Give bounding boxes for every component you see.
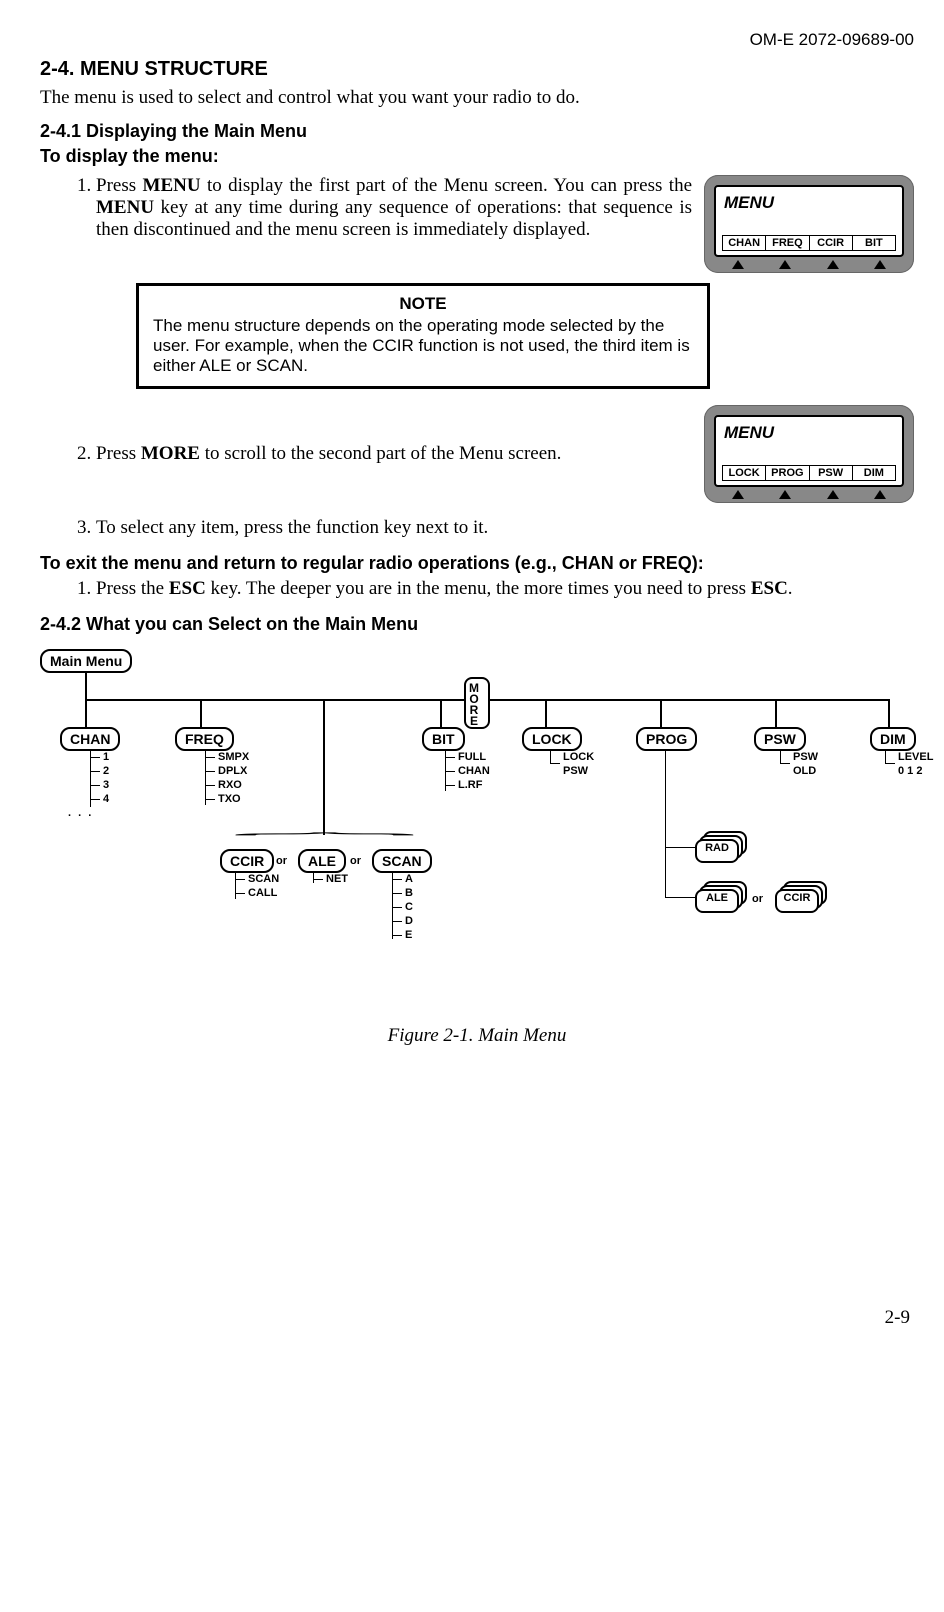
psw-item-psw: PSW	[793, 751, 818, 763]
scan-item-b: B	[405, 887, 413, 899]
or-label-1: or	[276, 855, 287, 867]
chan-item-1: 1	[103, 751, 109, 763]
ccir-item-call: CALL	[248, 887, 277, 899]
ale-item-net: NET	[326, 873, 348, 885]
node-prog-ale: ALE	[695, 892, 739, 904]
heading-241: 2-4.1 Displaying the Main Menu	[40, 121, 914, 142]
scan-item-d: D	[405, 915, 413, 927]
lcd-screen-2: MENU LOCK PROG PSW DIM	[704, 405, 914, 503]
or-label-3: or	[752, 893, 763, 905]
chan-item-dots: . . .	[68, 807, 93, 819]
triangle-up-icon	[732, 260, 744, 269]
node-bit: BIT	[422, 727, 465, 751]
bit-item-full: FULL	[458, 751, 486, 763]
node-psw: PSW	[754, 727, 806, 751]
node-ccir: CCIR	[220, 849, 274, 873]
page-number: 2-9	[40, 1307, 914, 1329]
exit-step-a: Press the	[96, 578, 169, 599]
psw-item-old: OLD	[793, 765, 816, 777]
scan-item-c: C	[405, 901, 413, 913]
triangle-up-icon	[827, 260, 839, 269]
triangle-up-icon	[874, 260, 886, 269]
node-ale: ALE	[298, 849, 346, 873]
lock-item-psw: PSW	[563, 765, 588, 777]
bit-item-chan: CHAN	[458, 765, 490, 777]
lcd1-title: MENU	[722, 193, 896, 213]
node-scan: SCAN	[372, 849, 432, 873]
lcd1-k4: BIT	[853, 236, 895, 250]
lcd2-k1: LOCK	[723, 466, 766, 480]
step-1: Press MENU to display the first part of …	[96, 175, 914, 389]
to-display-heading: To display the menu:	[40, 146, 914, 167]
note-box: NOTE The menu structure depends on the o…	[136, 283, 710, 389]
step2-more-key: MORE	[141, 443, 200, 464]
lcd1-softkeys: CHAN FREQ CCIR BIT	[722, 235, 896, 251]
chan-item-4: 4	[103, 793, 109, 805]
triangle-up-icon	[732, 490, 744, 499]
step2-b: to scroll to the second part of the Menu…	[200, 443, 561, 464]
node-main-menu: Main Menu	[40, 649, 132, 673]
triangle-up-icon	[827, 490, 839, 499]
node-freq: FREQ	[175, 727, 234, 751]
heading-menu-structure: 2-4. MENU STRUCTURE	[40, 58, 914, 81]
lock-item-lock: LOCK	[563, 751, 594, 763]
triangle-up-icon	[779, 260, 791, 269]
heading-242: 2-4.2 What you can Select on the Main Me…	[40, 614, 914, 635]
freq-item-smpx: SMPX	[218, 751, 249, 763]
lcd1-k2: FREQ	[766, 236, 809, 250]
exit-step-b: key. The deeper you are in the menu, the…	[206, 578, 751, 599]
freq-item-txo: TXO	[218, 793, 241, 805]
step-2: Press MORE to scroll to the second part …	[96, 405, 914, 503]
dim-item-012: 0 1 2	[898, 765, 922, 777]
or-label-2: or	[350, 855, 361, 867]
node-chan: CHAN	[60, 727, 120, 751]
doc-id: OM-E 2072-09689-00	[40, 30, 914, 50]
step1-text-a: Press	[96, 175, 143, 196]
note-title: NOTE	[153, 294, 693, 314]
triangle-up-icon	[779, 490, 791, 499]
chan-item-3: 3	[103, 779, 109, 791]
figure-caption: Figure 2-1. Main Menu	[40, 1025, 914, 1047]
bit-item-lrf: L.RF	[458, 779, 482, 791]
node-dim: DIM	[870, 727, 916, 751]
note-body: The menu structure depends on the operat…	[153, 316, 693, 376]
freq-item-dplx: DPLX	[218, 765, 247, 777]
lcd2-title: MENU	[722, 423, 896, 443]
dim-item-level: LEVEL	[898, 751, 933, 763]
exit-esc-key2: ESC	[751, 578, 788, 599]
exit-esc-key: ESC	[169, 578, 206, 599]
intro-text: The menu is used to select and control w…	[40, 87, 914, 109]
freq-item-rxo: RXO	[218, 779, 242, 791]
step2-a: Press	[96, 443, 141, 464]
node-lock: LOCK	[522, 727, 582, 751]
menu-tree-diagram: Main Menu MORE CHAN 1 2 3 4 . . . FREQ S…	[40, 649, 914, 1047]
exit-heading: To exit the menu and return to regular r…	[40, 553, 914, 574]
exit-step-c: .	[788, 578, 793, 599]
step-3: To select any item, press the function k…	[96, 517, 914, 539]
lcd2-k4: DIM	[853, 466, 895, 480]
node-more: MORE	[464, 677, 490, 729]
lcd1-k3: CCIR	[810, 236, 853, 250]
step1-text-b: to display the first part of the Menu sc…	[201, 175, 692, 196]
lcd-screen-1: MENU CHAN FREQ CCIR BIT	[704, 175, 914, 273]
node-rad: RAD	[695, 842, 739, 854]
exit-step: Press the ESC key. The deeper you are in…	[96, 578, 914, 600]
lcd2-softkeys: LOCK PROG PSW DIM	[722, 465, 896, 481]
step1-menu-key: MENU	[143, 175, 201, 196]
brace-icon: ⏞	[232, 832, 417, 848]
scan-item-e: E	[405, 929, 412, 941]
node-prog: PROG	[636, 727, 697, 751]
triangle-up-icon	[874, 490, 886, 499]
lcd2-k3: PSW	[810, 466, 853, 480]
lcd2-k2: PROG	[766, 466, 809, 480]
scan-item-a: A	[405, 873, 413, 885]
chan-item-2: 2	[103, 765, 109, 777]
step1-menu-key2: MENU	[96, 197, 154, 218]
lcd1-k1: CHAN	[723, 236, 766, 250]
ccir-item-scan: SCAN	[248, 873, 279, 885]
node-prog-ccir: CCIR	[775, 892, 819, 904]
step1-text-c: key at any time during any sequence of o…	[96, 197, 692, 240]
